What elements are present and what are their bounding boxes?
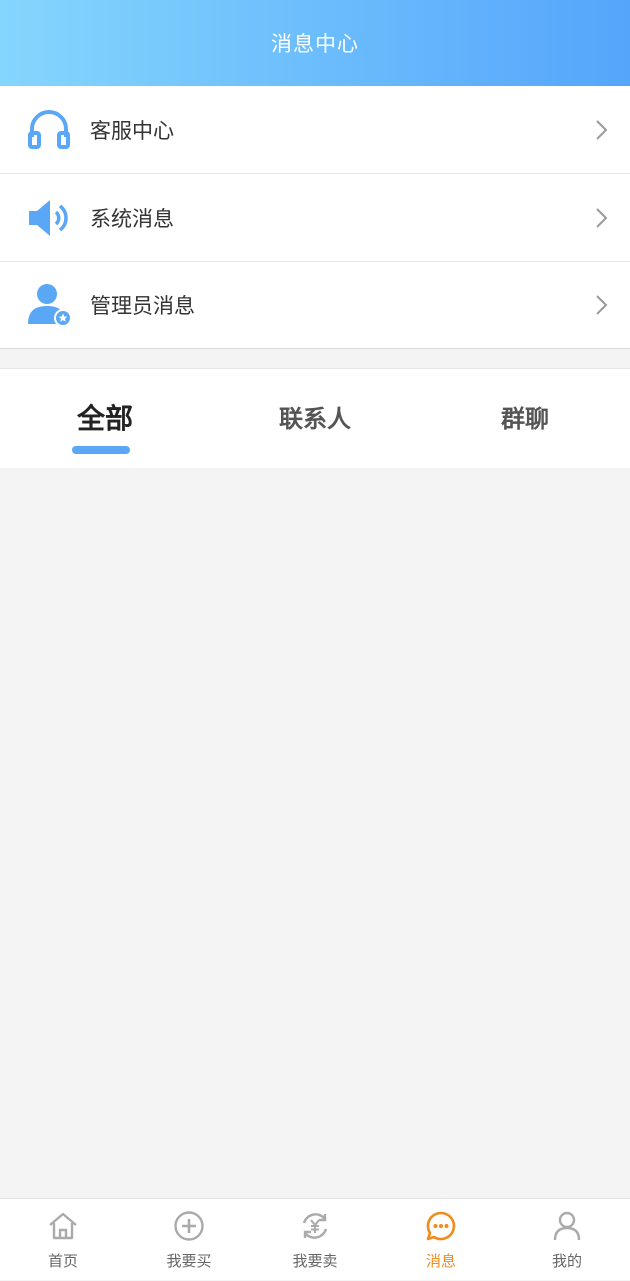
admin-user-icon xyxy=(28,284,72,327)
menu-item-customer-service[interactable]: 客服中心 xyxy=(0,86,630,174)
person-icon xyxy=(553,1211,581,1241)
nav-item-sell[interactable]: 我要卖 xyxy=(252,1199,378,1281)
nav-item-profile[interactable]: 我的 xyxy=(504,1199,630,1281)
conversation-tabs: 全部 联系人 群聊 xyxy=(0,368,630,468)
tab-contacts[interactable]: 联系人 xyxy=(210,369,420,469)
speaker-icon xyxy=(29,199,68,236)
chevron-right-icon xyxy=(596,207,608,228)
nav-label: 首页 xyxy=(47,1252,78,1270)
tab-all[interactable]: 全部 xyxy=(0,369,210,469)
conversation-list-area xyxy=(0,468,630,1198)
tab-label: 联系人 xyxy=(279,405,351,433)
nav-label: 消息 xyxy=(425,1252,456,1270)
chevron-right-icon xyxy=(596,119,608,140)
header-bar: 消息中心 xyxy=(0,0,630,86)
active-tab-indicator xyxy=(72,446,130,454)
tab-group-chats[interactable]: 群聊 xyxy=(420,369,630,469)
menu-item-label: 系统消息 xyxy=(90,206,174,231)
chevron-right-icon xyxy=(596,295,608,315)
page-title: 消息中心 xyxy=(271,32,359,56)
menu-item-admin-messages[interactable]: 管理员消息 xyxy=(0,262,630,349)
nav-label: 我的 xyxy=(551,1252,582,1270)
menu-item-label: 客服中心 xyxy=(90,118,174,143)
menu-item-label: 管理员消息 xyxy=(90,294,195,318)
yen-exchange-icon xyxy=(302,1213,328,1239)
nav-label: 我要卖 xyxy=(292,1252,338,1270)
nav-label: 我要买 xyxy=(166,1252,212,1270)
home-icon xyxy=(49,1212,77,1240)
nav-item-home[interactable]: 首页 xyxy=(0,1199,126,1281)
plus-circle-icon xyxy=(174,1211,204,1241)
tab-label: 群聊 xyxy=(501,405,549,433)
tab-label: 全部 xyxy=(76,402,133,435)
bottom-navigation: 首页 我要买 我要卖 消息 我的 xyxy=(0,1198,630,1280)
nav-item-messages[interactable]: 消息 xyxy=(378,1199,504,1281)
chat-bubble-icon xyxy=(426,1211,456,1241)
nav-item-buy[interactable]: 我要买 xyxy=(126,1199,252,1281)
menu-item-system-messages[interactable]: 系统消息 xyxy=(0,174,630,262)
headset-icon xyxy=(28,109,70,149)
message-menu: 客服中心 系统消息 管理员消息 xyxy=(0,86,630,349)
